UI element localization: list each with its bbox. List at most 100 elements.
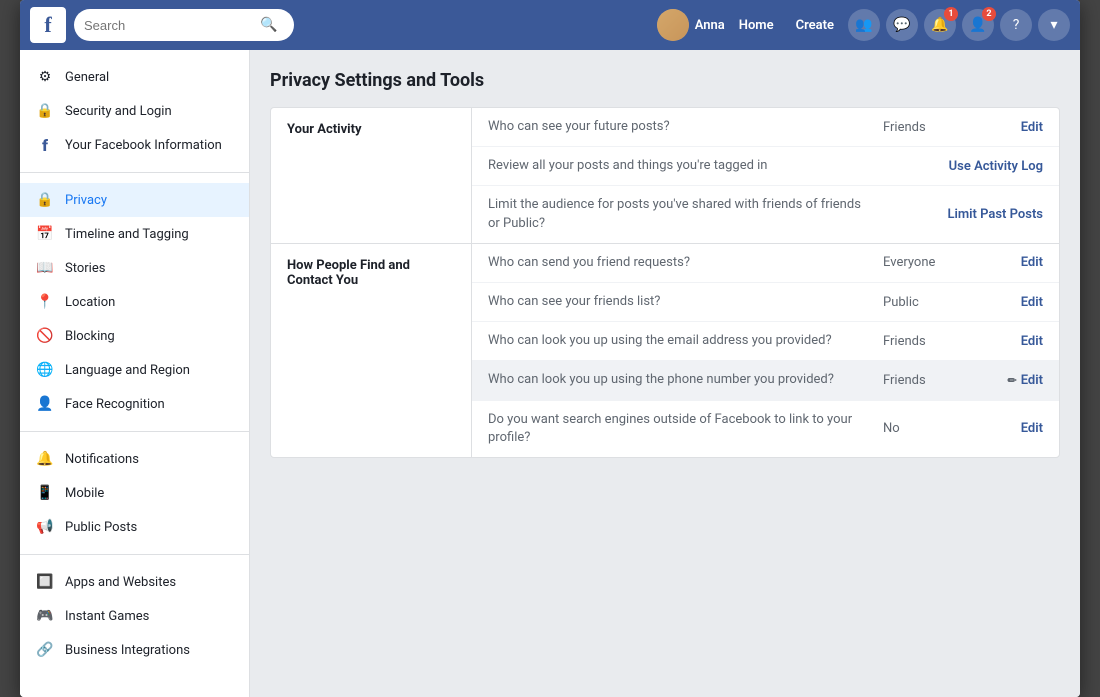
stories-icon: 📖 [35, 258, 55, 278]
sidebar-section-privacy: 🔒 Privacy 📅 Timeline and Tagging 📖 Stori… [20, 183, 249, 432]
sidebar-item-label: Business Integrations [65, 643, 190, 658]
sidebar-item-label: Your Facebook Information [65, 138, 222, 153]
row-value: No [883, 421, 963, 436]
sidebar-item-label: Language and Region [65, 363, 190, 378]
sidebar-item-label: Location [65, 295, 115, 310]
messenger-icon-button[interactable]: 💬 [886, 9, 918, 41]
sidebar-item-label: Blocking [65, 329, 115, 344]
sidebar-item-label: Mobile [65, 486, 104, 501]
fb-f-letter: f [44, 12, 51, 38]
sidebar-item-facebook-info[interactable]: f Your Facebook Information [20, 128, 249, 162]
sidebar-item-instant-games[interactable]: 🎮 Instant Games [20, 599, 249, 633]
lock-icon: 🔒 [35, 101, 55, 121]
row-value: Friends [883, 120, 963, 135]
sidebar-item-label: General [65, 70, 109, 85]
edit-email-lookup-button[interactable]: Edit [963, 334, 1043, 349]
help-icon-button[interactable]: ? [1000, 9, 1032, 41]
sidebar-section-apps: 🔲 Apps and Websites 🎮 Instant Games 🔗 Bu… [20, 565, 249, 677]
help-icon: ? [1013, 17, 1020, 33]
mobile-icon: 📱 [35, 483, 55, 503]
table-row: Limit the audience for posts you've shar… [472, 185, 1059, 242]
sidebar-item-label: Stories [65, 261, 105, 276]
sidebar-item-label: Privacy [65, 193, 107, 208]
content-area: Privacy Settings and Tools Your Activity… [250, 50, 1080, 697]
sidebar-section-notifications: 🔔 Notifications 📱 Mobile 📢 Public Posts [20, 442, 249, 555]
blocking-icon: 🚫 [35, 326, 55, 346]
row-label: Who can look you up using the email addr… [488, 332, 883, 350]
sidebar-item-privacy[interactable]: 🔒 Privacy [20, 183, 249, 217]
sidebar-item-timeline[interactable]: 📅 Timeline and Tagging [20, 217, 249, 251]
notifications-icon-button[interactable]: 🔔 1 [924, 9, 956, 41]
chevron-down-icon: ▾ [1050, 17, 1057, 33]
language-icon: 🌐 [35, 360, 55, 380]
table-row: Who can see your future posts? Friends E… [472, 108, 1059, 146]
sidebar-item-public-posts[interactable]: 📢 Public Posts [20, 510, 249, 544]
sidebar-item-label: Timeline and Tagging [65, 227, 189, 242]
avatar[interactable] [657, 9, 689, 41]
account-dropdown-button[interactable]: ▾ [1038, 9, 1070, 41]
sidebar-item-business[interactable]: 🔗 Business Integrations [20, 633, 249, 667]
sidebar-item-blocking[interactable]: 🚫 Blocking [20, 319, 249, 353]
sidebar-item-location[interactable]: 📍 Location [20, 285, 249, 319]
table-row: Who can send you friend requests? Everyo… [472, 244, 1059, 282]
sidebar-item-label: Face Recognition [65, 397, 165, 412]
sidebar-item-mobile[interactable]: 📱 Mobile [20, 476, 249, 510]
search-bar[interactable]: 🔍 [74, 9, 294, 41]
main-layout: ⚙ General 🔒 Security and Login f Your Fa… [20, 50, 1080, 697]
table-row: Review all your posts and things you're … [472, 146, 1059, 185]
edit-phone-lookup-button[interactable]: ✏Edit [963, 373, 1043, 388]
sidebar-item-language[interactable]: 🌐 Language and Region [20, 353, 249, 387]
search-input[interactable] [84, 18, 254, 33]
create-nav-button[interactable]: Create [788, 14, 842, 37]
apps-icon: 🔲 [35, 572, 55, 592]
window-frame: f 🔍 Anna Home Create 👥 💬 🔔 1 👤 [20, 0, 1080, 697]
row-label: Limit the audience for posts you've shar… [488, 196, 867, 232]
edit-friend-requests-button[interactable]: Edit [963, 255, 1043, 270]
home-nav-button[interactable]: Home [731, 14, 782, 37]
sidebar-item-stories[interactable]: 📖 Stories [20, 251, 249, 285]
how-people-find-section: How People Find and Contact You Who can … [271, 243, 1059, 457]
notifications-badge: 1 [944, 7, 958, 21]
location-icon: 📍 [35, 292, 55, 312]
section-title-your-activity: Your Activity [271, 108, 471, 243]
notifications-bell-icon: 🔔 [35, 449, 55, 469]
sidebar-item-label: Security and Login [65, 104, 172, 119]
sidebar-item-label: Notifications [65, 452, 139, 467]
sidebar-item-notifications[interactable]: 🔔 Notifications [20, 442, 249, 476]
row-value: Public [883, 295, 963, 310]
sidebar-item-security[interactable]: 🔒 Security and Login [20, 94, 249, 128]
table-row: Who can see your friends list? Public Ed… [472, 282, 1059, 321]
limit-past-posts-button[interactable]: Limit Past Posts [947, 207, 1043, 222]
row-label: Review all your posts and things you're … [488, 157, 869, 175]
edit-search-engines-button[interactable]: Edit [963, 421, 1043, 436]
user-name: Anna [695, 18, 725, 33]
timeline-icon: 📅 [35, 224, 55, 244]
facebook-logo: f [30, 7, 66, 43]
sidebar-item-label: Apps and Websites [65, 575, 176, 590]
table-row: Do you want search engines outside of Fa… [472, 400, 1059, 457]
privacy-lock-icon: 🔒 [35, 190, 55, 210]
page-title: Privacy Settings and Tools [270, 70, 1060, 91]
friends-icon-button[interactable]: 👥 [848, 9, 880, 41]
sidebar-item-general[interactable]: ⚙ General [20, 60, 249, 94]
edit-friends-list-button[interactable]: Edit [963, 295, 1043, 310]
sidebar-item-apps[interactable]: 🔲 Apps and Websites [20, 565, 249, 599]
sidebar: ⚙ General 🔒 Security and Login f Your Fa… [20, 50, 250, 697]
business-icon: 🔗 [35, 640, 55, 660]
friend-requests-icon-button[interactable]: 👤 2 [962, 9, 994, 41]
header-right: Anna Home Create 👥 💬 🔔 1 👤 2 ? ▾ [657, 9, 1070, 41]
activity-log-button[interactable]: Use Activity Log [949, 159, 1043, 174]
sidebar-item-label: Instant Games [65, 609, 149, 624]
search-icon: 🔍 [260, 17, 277, 33]
facebook-icon: f [35, 135, 55, 155]
section-title-find-contact: How People Find and Contact You [271, 244, 471, 457]
row-label: Who can look you up using the phone numb… [488, 371, 883, 389]
row-value: Friends [883, 373, 963, 388]
sidebar-item-face-recognition[interactable]: 👤 Face Recognition [20, 387, 249, 421]
avatar-image [657, 9, 689, 41]
find-contact-rows: Who can send you friend requests? Everyo… [471, 244, 1059, 457]
sidebar-item-label: Public Posts [65, 520, 137, 535]
edit-future-posts-button[interactable]: Edit [963, 120, 1043, 135]
friend-requests-badge: 2 [982, 7, 996, 21]
row-label: Who can see your future posts? [488, 118, 883, 136]
